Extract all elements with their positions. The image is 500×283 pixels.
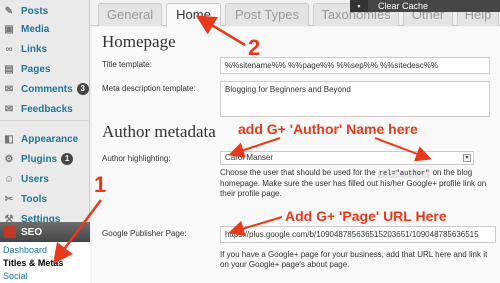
- menu-separator: [0, 120, 90, 121]
- sidebar-item-users[interactable]: ☺ Users: [0, 168, 90, 190]
- meta-description-label: Meta description template:: [102, 84, 196, 93]
- tab-post-types[interactable]: Post Types: [225, 3, 309, 26]
- submenu-titles-metas[interactable]: Titles & Metas: [3, 258, 63, 268]
- annotation-number-2: 2: [248, 35, 261, 60]
- sidebar-item-label: Pages: [21, 63, 51, 75]
- rel-author-code: rel="author": [377, 170, 431, 178]
- sidebar-item-comments[interactable]: ✉ Comments 3: [0, 78, 90, 100]
- link-icon: ∞: [5, 43, 13, 55]
- media-icon: ▣: [4, 23, 14, 35]
- plugin-count-badge: 1: [61, 153, 74, 165]
- sidebar-item-seo[interactable]: SEO: [0, 222, 90, 242]
- homepage-heading: Homepage: [102, 32, 176, 51]
- plugin-icon: ⚙: [4, 153, 14, 165]
- submenu-social[interactable]: Social: [3, 271, 28, 281]
- author-select-value: Carol Manser: [225, 153, 274, 162]
- comment-icon: ✉: [4, 83, 14, 95]
- tab-home[interactable]: Home: [166, 3, 221, 27]
- annotation-number-1: 1: [94, 172, 107, 197]
- author-highlighting-label: Author highlighting:: [102, 154, 171, 163]
- user-icon: ▪: [350, 0, 368, 12]
- seo-icon: [4, 226, 16, 238]
- feedback-icon: ✉: [4, 103, 14, 115]
- sidebar-item-label: Links: [21, 43, 48, 55]
- sidebar-item-plugins[interactable]: ⚙ Plugins 1: [0, 148, 90, 170]
- admin-sidebar: ✎ Posts ▣ Media ∞ Links ▤ Pages ✉ Commen…: [0, 0, 90, 283]
- sidebar-item-label: Tools: [21, 193, 47, 205]
- author-description: Choose the user that should be used for …: [220, 168, 492, 199]
- google-publisher-label: Google Publisher Page:: [102, 229, 187, 238]
- submenu-dashboard[interactable]: Dashboard: [3, 245, 47, 255]
- sidebar-item-appearance[interactable]: ◧ Appearance: [0, 128, 90, 150]
- pin-icon: ✎: [4, 5, 14, 17]
- title-template-input[interactable]: %%sitename%% %%page%% %%sep%% %%sitedesc…: [220, 57, 490, 74]
- sidebar-item-tools[interactable]: ✂ Tools: [0, 188, 90, 210]
- author-desc-text-1: Choose the user that should be used for …: [220, 168, 376, 177]
- chevron-down-icon: ▾: [463, 154, 471, 162]
- author-select[interactable]: Carol Manser ▾: [220, 151, 474, 165]
- annotation-page-note: Add G+ 'Page' URL Here: [285, 208, 447, 224]
- sidebar-item-label: Comments: [21, 83, 73, 95]
- sidebar-item-media[interactable]: ▣ Media: [0, 18, 90, 40]
- author-metadata-heading: Author metadata: [102, 122, 216, 141]
- title-template-label: Title template:: [102, 60, 152, 69]
- meta-description-textarea[interactable]: Blogging for Beginners and Beyond: [220, 81, 490, 117]
- page-icon: ▤: [4, 63, 14, 75]
- sidebar-item-links[interactable]: ∞ Links: [0, 38, 90, 60]
- sidebar-item-label: Feedbacks: [21, 103, 73, 115]
- sidebar-item-label: Appearance: [21, 133, 79, 145]
- comment-count-badge: 3: [76, 83, 89, 95]
- clear-cache-button[interactable]: Clear Cache: [378, 1, 448, 11]
- sidebar-item-feedbacks[interactable]: ✉ Feedbacks: [0, 98, 90, 120]
- sidebar-item-label: Posts: [21, 5, 49, 17]
- sidebar-item-label: Users: [21, 173, 49, 185]
- google-publisher-input[interactable]: https://plus.google.com/b/10904878563651…: [220, 226, 496, 243]
- appearance-icon: ◧: [4, 133, 14, 145]
- tab-general[interactable]: General: [98, 3, 162, 26]
- publisher-description: If you have a Google+ page for your busi…: [220, 250, 488, 269]
- tools-icon: ✂: [4, 193, 14, 205]
- annotation-author-note: add G+ 'Author' Name here: [238, 121, 418, 137]
- sidebar-item-pages[interactable]: ▤ Pages: [0, 58, 90, 80]
- sidebar-item-label: Media: [21, 23, 50, 35]
- seo-submenu: Dashboard Titles & Metas Social: [0, 242, 90, 283]
- sidebar-item-label: SEO: [21, 226, 43, 238]
- sidebar-item-label: Plugins: [21, 153, 58, 165]
- users-icon: ☺: [3, 173, 15, 185]
- main-content: Homepage Title template: %%sitename%% %%…: [92, 27, 500, 283]
- admin-bar: ▪ Clear Cache: [350, 0, 500, 12]
